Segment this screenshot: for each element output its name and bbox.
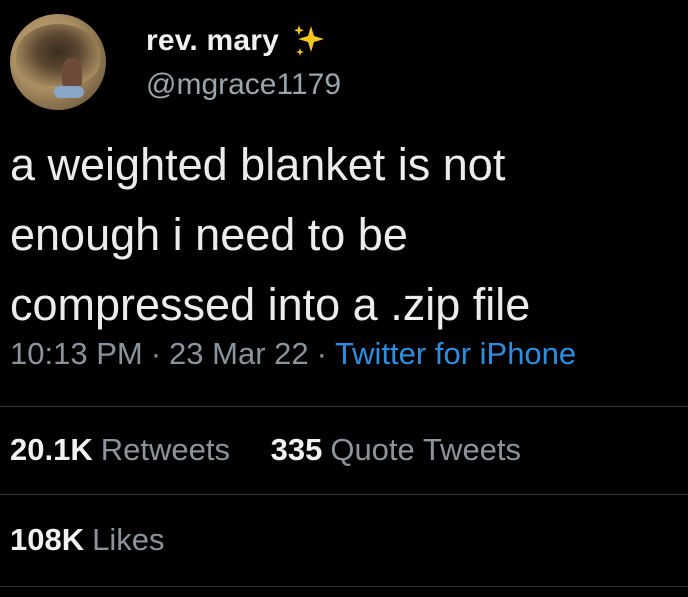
engagement-row: 20.1K Retweets 335 Quote Tweets — [10, 432, 521, 468]
divider — [0, 406, 688, 407]
avatar-rock — [16, 24, 100, 86]
avatar-legs — [54, 86, 84, 98]
quote-tweets-stat[interactable]: 335 Quote Tweets — [271, 432, 521, 468]
retweets-stat[interactable]: 20.1K Retweets — [10, 432, 230, 468]
tweet-card: rev. mary @mgrace1179 a weighted blanket… — [0, 0, 688, 597]
tweet-date[interactable]: 23 Mar 22 — [169, 336, 309, 371]
quote-tweets-count: 335 — [270, 432, 323, 467]
retweets-label: Retweets — [100, 432, 230, 467]
retweets-count: 20.1K — [10, 432, 93, 467]
quote-tweets-label: Quote Tweets — [330, 432, 522, 467]
tweet-text: a weighted blanket is not enough i need … — [10, 139, 531, 330]
meta-separator: · — [316, 336, 327, 371]
sparkles-icon — [291, 22, 329, 60]
likes-row: 108K Likes — [10, 522, 164, 558]
tweet-meta: 10:13 PM · 23 Mar 22 · Twitter for iPhone — [10, 336, 576, 372]
display-name[interactable]: rev. mary — [146, 24, 279, 58]
likes-count: 108K — [10, 522, 85, 557]
avatar[interactable] — [10, 14, 106, 110]
likes-stat[interactable]: 108K Likes — [10, 522, 164, 558]
divider — [0, 586, 688, 587]
user-handle[interactable]: @mgrace1179 — [146, 65, 341, 105]
tweet-source-link[interactable]: Twitter for iPhone — [335, 336, 576, 371]
tweet-header: rev. mary @mgrace1179 — [10, 12, 341, 112]
display-name-row: rev. mary — [146, 19, 341, 63]
divider — [0, 494, 688, 495]
meta-separator: · — [150, 336, 162, 371]
likes-label: Likes — [92, 522, 165, 557]
tweet-time[interactable]: 10:13 PM — [10, 336, 143, 371]
author-names: rev. mary @mgrace1179 — [146, 19, 341, 105]
